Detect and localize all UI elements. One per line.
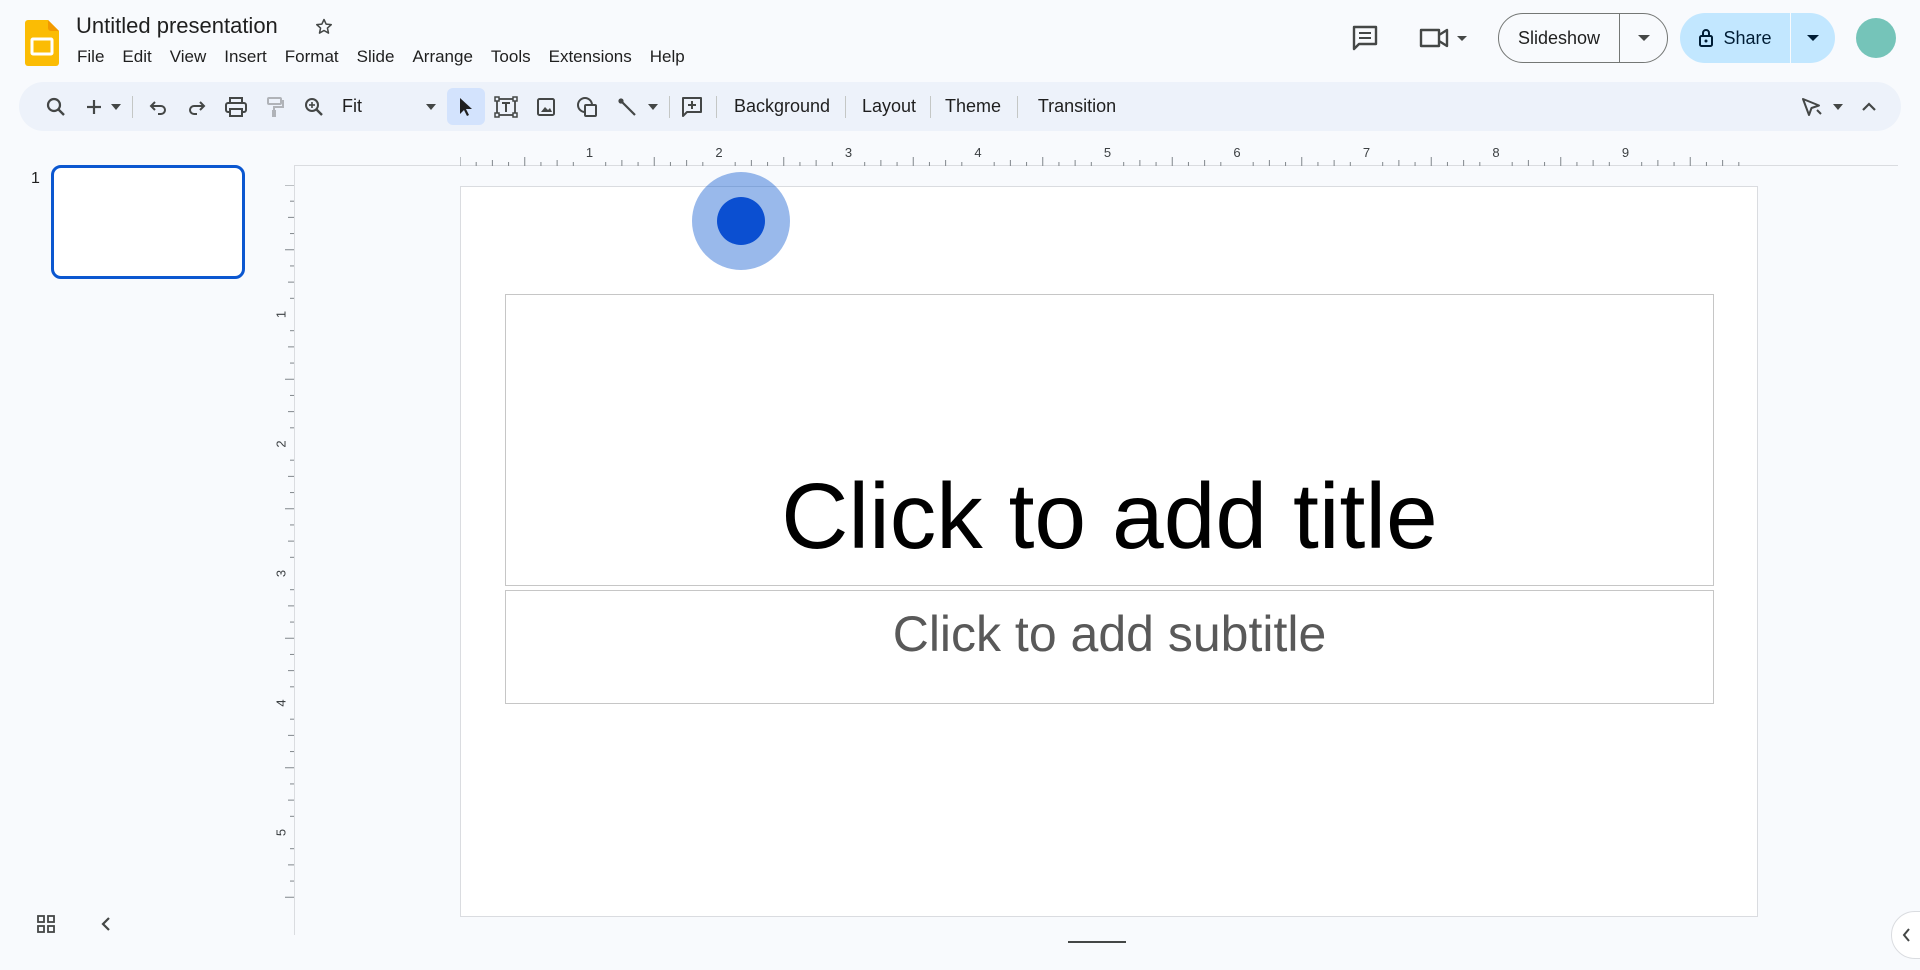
menu-edit[interactable]: Edit <box>113 45 160 69</box>
select-tool-icon[interactable] <box>447 88 485 125</box>
ruler-label: 1 <box>273 311 288 318</box>
zoom-value: Fit <box>342 96 362 116</box>
menu-format[interactable]: Format <box>276 45 348 69</box>
comments-icon[interactable] <box>1348 22 1382 54</box>
menu-arrange[interactable]: Arrange <box>403 45 481 69</box>
menu-extensions[interactable]: Extensions <box>540 45 641 69</box>
chevron-left-icon <box>1902 928 1910 942</box>
subtitle-placeholder[interactable]: Click to add subtitle <box>505 590 1714 704</box>
vertical-ruler[interactable]: 1 2 3 4 5 <box>272 185 294 915</box>
chevron-down-icon <box>1807 35 1819 41</box>
paint-format-icon[interactable] <box>259 82 291 131</box>
menu-help[interactable]: Help <box>641 45 694 69</box>
menu-slide[interactable]: Slide <box>348 45 404 69</box>
chevron-down-icon <box>426 103 436 110</box>
print-icon[interactable] <box>220 82 252 131</box>
lock-icon <box>1699 29 1714 47</box>
side-panel-toggle[interactable] <box>1891 911 1920 959</box>
layout-button[interactable]: Layout <box>853 82 925 131</box>
insert-image-icon[interactable] <box>529 82 563 131</box>
click-indicator-dot <box>717 197 765 245</box>
slides-logo-icon[interactable] <box>25 20 59 66</box>
slideshow-button[interactable]: Slideshow <box>1499 14 1620 62</box>
canvas-left-border <box>294 165 295 935</box>
ruler-label: 2 <box>715 145 722 160</box>
ruler-label: 9 <box>1622 145 1629 160</box>
zoom-icon[interactable] <box>298 82 330 131</box>
undo-icon[interactable] <box>142 82 174 131</box>
slide-thumbnail[interactable] <box>51 165 245 279</box>
grid-view-icon[interactable] <box>32 910 60 938</box>
toolbar: Fit Background Layout Theme Transition <box>19 82 1901 131</box>
slideshow-options-button[interactable] <box>1620 14 1667 62</box>
ruler-label: 6 <box>1233 145 1240 160</box>
share-options-button[interactable] <box>1791 13 1835 63</box>
search-menus-icon[interactable] <box>39 82 73 131</box>
new-slide-icon[interactable] <box>81 82 107 131</box>
transition-button[interactable]: Transition <box>1025 82 1129 131</box>
menu-insert[interactable]: Insert <box>215 45 276 69</box>
speaker-notes-drag-handle[interactable] <box>1068 941 1126 943</box>
title-placeholder[interactable]: Click to add title <box>505 294 1714 586</box>
background-button[interactable]: Background <box>727 82 837 131</box>
menu-view[interactable]: View <box>161 45 216 69</box>
ruler-label: 4 <box>273 699 288 706</box>
insert-comment-icon[interactable] <box>675 82 709 131</box>
text-box-icon[interactable] <box>489 82 523 131</box>
menu-bar: File Edit View Insert Format Slide Arran… <box>68 45 694 69</box>
star-icon[interactable] <box>311 14 337 40</box>
chevron-down-icon <box>1637 35 1650 41</box>
collapse-filmstrip-icon[interactable] <box>92 910 120 938</box>
title-placeholder-text: Click to add title <box>781 464 1438 568</box>
transition-label: Transition <box>1037 96 1117 116</box>
line-icon[interactable] <box>612 82 644 131</box>
ruler-label: 3 <box>845 145 852 160</box>
ruler-label: 1 <box>586 145 593 160</box>
background-label: Background <box>733 96 831 116</box>
edit-mode-icon[interactable] <box>1795 82 1829 131</box>
meet-video-icon[interactable] <box>1416 22 1472 54</box>
menu-tools[interactable]: Tools <box>482 45 540 69</box>
share-button-group: Share <box>1680 13 1835 63</box>
new-slide-layout-chevron-icon[interactable] <box>107 82 125 131</box>
theme-label: Theme <box>944 96 1002 116</box>
ruler-label: 5 <box>1104 145 1111 160</box>
menu-file[interactable]: File <box>68 45 113 69</box>
edit-mode-chevron-icon[interactable] <box>1829 82 1847 131</box>
ruler-label: 2 <box>273 440 288 447</box>
zoom-select[interactable]: Fit <box>342 82 442 131</box>
horizontal-ruler[interactable]: 1 2 3 4 5 6 7 8 9 <box>460 144 1758 166</box>
subtitle-placeholder-text: Click to add subtitle <box>892 606 1327 662</box>
share-label: Share <box>1723 27 1772 48</box>
ruler-label: 7 <box>1363 145 1370 160</box>
shape-icon[interactable] <box>570 82 604 131</box>
theme-button[interactable]: Theme <box>937 82 1009 131</box>
redo-icon[interactable] <box>181 82 213 131</box>
click-indicator <box>692 172 790 270</box>
slideshow-button-group: Slideshow <box>1498 13 1668 63</box>
avatar[interactable] <box>1856 18 1896 58</box>
ruler-label: 5 <box>273 829 288 836</box>
ruler-label: 3 <box>273 570 288 577</box>
ruler-label: 4 <box>974 145 981 160</box>
slide-number: 1 <box>31 170 40 187</box>
collapse-menus-icon[interactable] <box>1855 82 1883 131</box>
line-type-chevron-icon[interactable] <box>644 82 662 131</box>
document-title[interactable]: Untitled presentation <box>76 13 278 39</box>
layout-label: Layout <box>861 96 917 116</box>
share-button[interactable]: Share <box>1680 13 1791 63</box>
ruler-label: 8 <box>1492 145 1499 160</box>
